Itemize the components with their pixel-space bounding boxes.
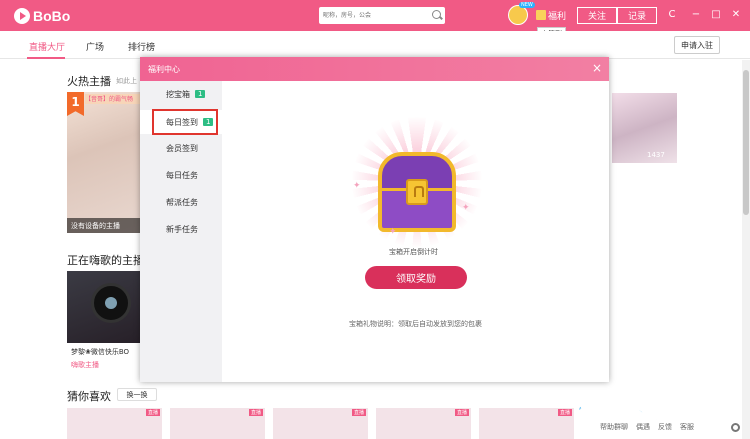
streamer-card-right[interactable] [612, 93, 677, 163]
hot-streamer-card[interactable] [67, 92, 143, 233]
side-item-label: 帮派任务 [166, 197, 198, 207]
search-icon[interactable] [432, 10, 441, 19]
hot-card-strip: 【音哥】的霸气畅 [85, 94, 143, 104]
guess-card[interactable]: 直播 [67, 408, 162, 439]
live-tag: 直播 [351, 409, 366, 416]
viewer-count: 1437 [647, 151, 665, 159]
modal-close-icon[interactable]: × [592, 61, 602, 75]
live-tag: 直播 [248, 409, 263, 416]
change-batch-button[interactable]: 换一换 [117, 388, 157, 401]
refresh-icon[interactable]: C [666, 9, 678, 20]
page-scrollbar[interactable] [742, 60, 750, 439]
countdown-label: 宝箱开启倒计时 [389, 248, 438, 256]
side-item-label: 新手任务 [166, 224, 198, 234]
tab-live-hall[interactable]: 直播大厅 [29, 40, 65, 53]
sparkle-icon: ✦ [353, 181, 361, 191]
record-button[interactable]: 记录 [617, 7, 657, 24]
singing-title: 正在嗨歌的主播 [67, 254, 144, 267]
vinyl-disc-icon [91, 283, 131, 323]
welfare-center-modal: 福利中心 × 挖宝箱 1 每日签到 1 会员签到 每日任务 帮派任务 新手任务 ✦ … [140, 57, 609, 382]
side-item-treasure[interactable]: 挖宝箱 1 [140, 82, 222, 106]
tab-square[interactable]: 广场 [86, 40, 104, 53]
title-bar: BoBo NEW 福利 关注 记录 C − □ ✕ [0, 0, 750, 31]
search-input[interactable] [319, 7, 425, 24]
chest-lock-icon [406, 179, 428, 205]
maximize-icon[interactable]: □ [710, 9, 722, 20]
hot-streamers-sub: 如此上 [116, 77, 137, 85]
side-item-member-checkin[interactable]: 会员签到 [140, 136, 222, 160]
gift-icon[interactable] [536, 10, 546, 20]
highlight-frame [152, 109, 218, 135]
watermark-text: 极速下载站 [575, 399, 695, 426]
hot-streamers-title: 火热主播 [67, 75, 111, 88]
live-tag: 直播 [557, 409, 572, 416]
search-box[interactable] [319, 7, 445, 24]
hot-card-caption: 没有设备的主播 [67, 218, 143, 233]
side-item-gang-task[interactable]: 帮派任务 [140, 190, 222, 214]
settings-gear-icon[interactable] [731, 423, 740, 432]
live-tag: 直播 [454, 409, 469, 416]
count-badge: 1 [195, 90, 206, 98]
guess-card[interactable]: 直播 [170, 408, 265, 439]
guess-card[interactable]: 直播 [273, 408, 368, 439]
follow-button[interactable]: 关注 [577, 7, 617, 24]
main-nav: 直播大厅 广场 排行榜 [0, 31, 750, 59]
singer-name: 梦黎❀微信快乐BO [71, 348, 130, 356]
welfare-link[interactable]: 福利 [548, 9, 566, 22]
tab-ranking[interactable]: 排行榜 [128, 40, 155, 53]
side-item-label: 挖宝箱 [166, 89, 190, 99]
side-item-newbie-task[interactable]: 新手任务 [140, 217, 222, 241]
side-item-label: 每日任务 [166, 170, 198, 180]
modal-header: 福利中心 × [140, 57, 609, 81]
play-logo-icon [14, 8, 30, 24]
guess-title: 猜你喜欢 [67, 390, 111, 403]
claim-reward-button[interactable]: 领取奖励 [365, 266, 467, 289]
scrollbar-thumb[interactable] [743, 70, 749, 215]
modal-title: 福利中心 [148, 65, 180, 74]
side-item-label: 会员签到 [166, 143, 198, 153]
apply-join-button[interactable]: 申请入驻 [674, 36, 720, 54]
minimize-icon[interactable]: − [690, 9, 702, 20]
new-badge: NEW [519, 2, 535, 8]
guess-card[interactable]: 直播 [376, 408, 471, 439]
app-logo-text: BoBo [33, 8, 71, 24]
singer-tag: 嗨歌主播 [71, 361, 99, 369]
sparkle-icon: ✦ [462, 203, 470, 213]
active-tab-indicator [27, 57, 65, 59]
live-tag: 直播 [145, 409, 160, 416]
side-item-daily-task[interactable]: 每日任务 [140, 163, 222, 187]
chest-description: 宝箱礼物说明：领取后自动发放到您的包裹 [349, 320, 482, 328]
sparkle-icon: ✦ [389, 227, 397, 237]
close-window-icon[interactable]: ✕ [730, 9, 742, 20]
app-logo: BoBo [14, 7, 70, 25]
user-avatar[interactable] [508, 5, 528, 25]
guess-card[interactable]: 直播 [479, 408, 574, 439]
